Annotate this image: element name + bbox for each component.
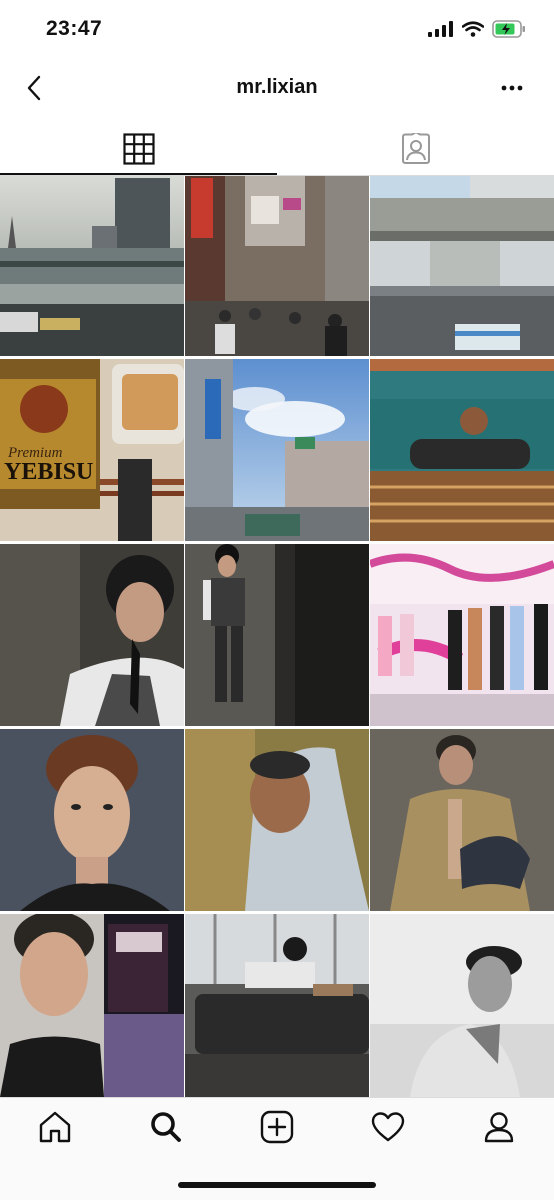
photo-portrait-vest [0,544,184,726]
profile-tabs [0,124,554,175]
status-icons [428,19,526,43]
add-post-icon [260,1110,294,1144]
status-time: 23:47 [46,17,103,40]
wifi-icon [461,20,485,42]
photo-tile-mirror[interactable] [0,914,184,1097]
photo-tile-pool[interactable] [370,359,554,541]
tagged-person-icon [401,133,430,164]
home-icon [40,1111,71,1143]
photo-fashion [370,729,554,911]
photo-tile-standing[interactable] [185,544,369,726]
battery-icon [492,19,526,43]
nav-add[interactable] [222,1098,333,1156]
photo-event [370,544,554,726]
photo-tile-overpass[interactable] [370,176,554,356]
photo-beer: Premium YEBISU [0,359,184,541]
photo-tile-fashion[interactable] [370,729,554,911]
photo-tile-portrait-vest[interactable] [0,544,184,726]
photo-overpass [370,176,554,356]
bottom-nav [0,1097,554,1156]
nav-profile[interactable] [443,1098,554,1156]
grid-icon [122,133,155,165]
more-options-button[interactable] [492,70,532,106]
photo-tile-sky-buildings[interactable] [185,359,369,541]
nav-search[interactable] [111,1098,222,1156]
photo-tile-airport[interactable] [185,914,369,1097]
profile-header: mr.lixian [0,58,554,122]
photo-hoodie [185,729,369,911]
tab-tagged[interactable] [277,124,554,174]
photo-tile-station[interactable] [0,176,184,356]
photo-tile-event[interactable] [370,544,554,726]
photo-sky [185,359,369,541]
photo-station [0,176,184,356]
heart-icon [371,1112,404,1142]
nav-home[interactable] [0,1098,111,1156]
photo-tile-beer[interactable]: Premium YEBISU [0,359,184,541]
photo-tile-selfie[interactable] [0,729,184,911]
photo-bw-portrait [370,914,554,1097]
tab-grid[interactable] [0,124,277,175]
photo-tile-shopping-street[interactable] [185,176,369,356]
photo-mirror [0,914,184,1097]
nav-activity[interactable] [332,1098,443,1156]
photo-tile-hoodie[interactable] [185,729,369,911]
home-indicator [178,1182,376,1188]
more-icon [501,85,523,91]
status-bar: 23:47 [0,0,554,58]
photo-tile-bw-portrait[interactable] [370,914,554,1097]
bottom-safe-area [0,1156,554,1200]
signal-icon [428,20,454,42]
profile-icon [484,1112,513,1143]
photo-airport [185,914,369,1097]
photo-street [185,176,369,356]
photo-standing [185,544,369,726]
svg-text:YEBISU: YEBISU [4,459,93,485]
photo-selfie [0,729,184,911]
photo-grid: Premium YEBISU [0,176,554,1097]
photo-pool [370,359,554,541]
page-title: mr.lixian [236,76,318,98]
search-icon [151,1112,182,1142]
